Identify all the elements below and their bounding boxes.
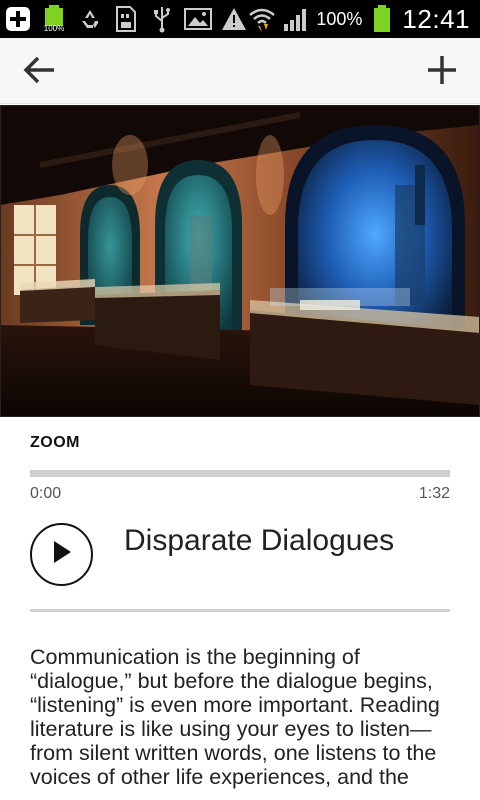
current-time: 0:00 [30, 485, 62, 502]
image-icon [184, 5, 212, 33]
track-description: Communication is the beginning of “dialo… [30, 645, 440, 789]
recycle-icon [76, 5, 104, 33]
warning-icon [220, 5, 248, 33]
app-bar [0, 38, 480, 104]
add-notification-icon [4, 5, 32, 33]
play-icon [51, 540, 73, 569]
battery-percent: 100% [316, 8, 363, 29]
category-label: ZOOM [30, 434, 80, 451]
clock: 12:41 [402, 3, 470, 34]
divider [30, 609, 450, 612]
sd-card-icon [112, 5, 140, 33]
status-bar: 100% 100% 12:41 [0, 0, 480, 38]
play-button[interactable] [30, 523, 93, 586]
system-status: 100% 12:41 [248, 4, 480, 35]
arrow-left-icon [22, 55, 56, 90]
battery-notification-icon: 100% [40, 5, 68, 33]
usb-icon [148, 5, 176, 33]
track-title: Disparate Dialogues [124, 524, 395, 557]
wifi-icon [248, 5, 276, 33]
notification-icons: 100% [0, 5, 248, 33]
mini-battery-label: 100% [43, 24, 65, 33]
add-button[interactable] [418, 52, 458, 92]
plus-icon [426, 54, 458, 91]
back-button[interactable] [22, 52, 70, 92]
battery-icon [368, 5, 396, 33]
exhibit-photo [0, 105, 480, 417]
signal-icon [282, 5, 310, 33]
total-time: 1:32 [418, 485, 450, 502]
audio-progress-bar[interactable] [30, 470, 450, 477]
